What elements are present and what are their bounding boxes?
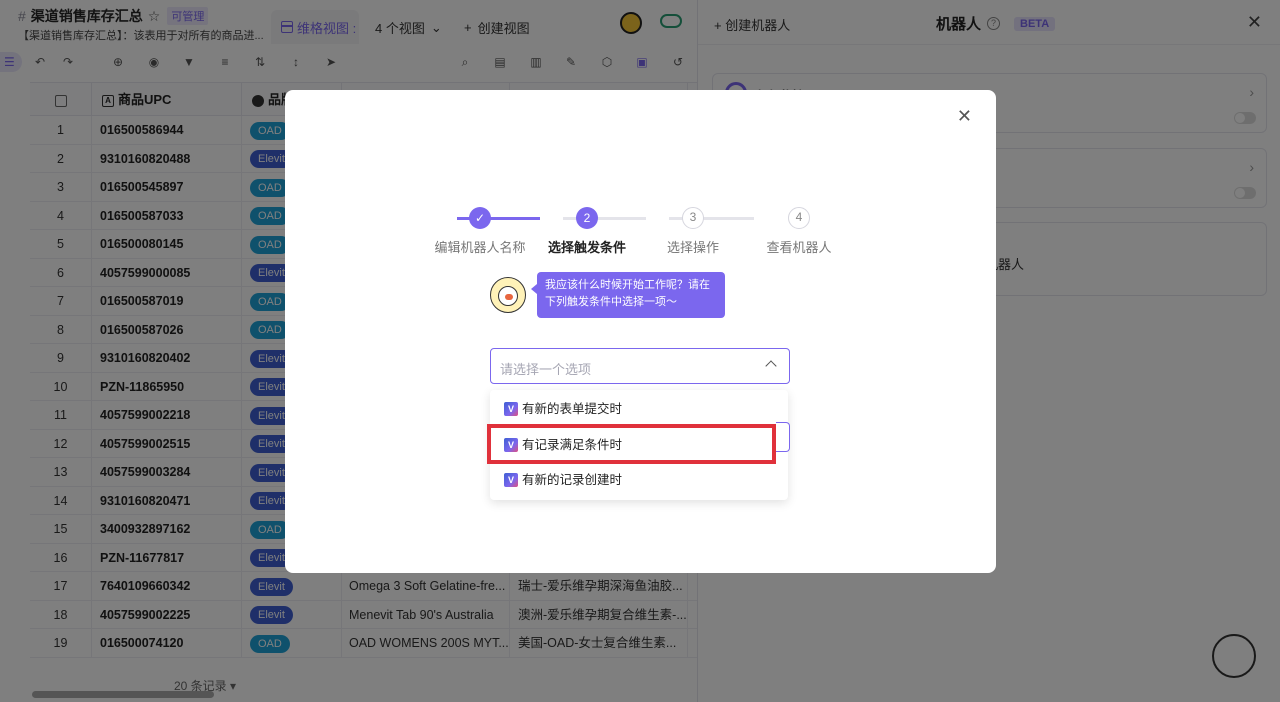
option-label: 有新的记录创建时 — [522, 473, 623, 487]
wizard-steps: ✓ 2 3 4 编辑机器人名称 选择触发条件 选择操作 查看机器人 — [434, 205, 855, 255]
mascot-icon — [490, 277, 526, 313]
vika-icon: V — [504, 402, 518, 416]
step-3-label: 选择操作 — [666, 240, 720, 255]
trigger-select[interactable]: 请选择一个选项 — [490, 348, 790, 384]
step-2-label: 选择触发条件 — [547, 240, 627, 255]
option-record-created[interactable]: V 有新的记录创建时 — [490, 463, 788, 497]
step-4-dot: 4 — [788, 207, 810, 229]
speech-bubble: 我应该什么时候开始工作呢？请在下列触发条件中选择一项～ — [531, 272, 725, 318]
option-record-matches[interactable]: V 有记录满足条件时 — [490, 428, 788, 462]
option-form-submitted[interactable]: V 有新的表单提交时 — [490, 392, 788, 426]
step-3-dot: 3 — [682, 207, 704, 229]
chevron-up-icon — [765, 360, 777, 372]
step-4-label: 查看机器人 — [766, 240, 832, 255]
robot-wizard-modal: ✕ ✓ 2 3 4 编辑机器人名称 选择触发条件 选择操作 查看机器人 我应该什… — [285, 90, 996, 573]
select-placeholder: 请选择一个选项 — [500, 362, 592, 377]
vika-icon: V — [504, 438, 518, 452]
mascot-beak — [505, 294, 513, 300]
trigger-dropdown: V 有新的表单提交时 V 有记录满足条件时 V 有新的记录创建时 — [490, 390, 788, 500]
option-label: 有记录满足条件时 — [522, 438, 623, 452]
step-1-label: 编辑机器人名称 — [434, 240, 526, 255]
option-label: 有新的表单提交时 — [522, 402, 623, 416]
vika-icon: V — [504, 473, 518, 487]
hidden-select-edge — [776, 422, 790, 452]
step-1-check-icon: ✓ — [469, 207, 491, 229]
step-2-dot: 2 — [576, 207, 598, 229]
close-icon[interactable]: ✕ — [957, 106, 972, 127]
